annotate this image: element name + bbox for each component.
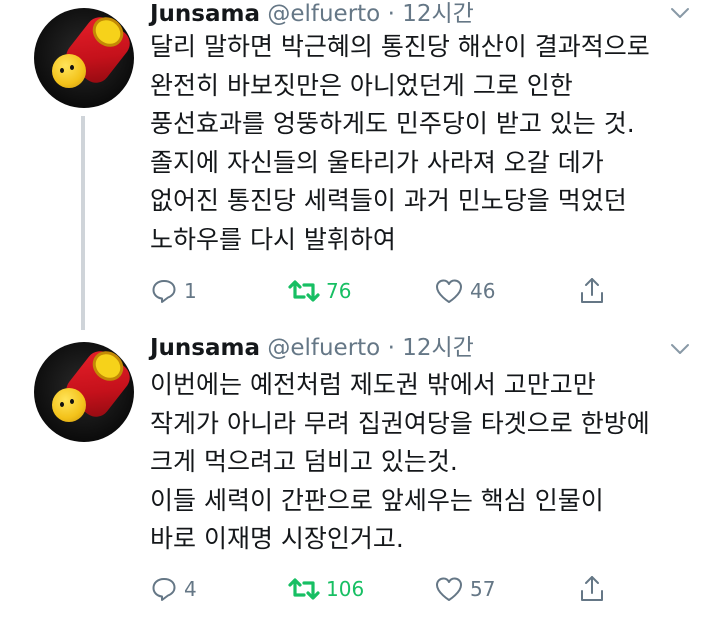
like-button[interactable]: 46 <box>434 274 495 308</box>
reply-button[interactable]: 4 <box>150 572 197 606</box>
share-icon <box>581 278 603 303</box>
like-count: 46 <box>470 279 496 303</box>
heart-icon <box>436 279 462 303</box>
retweet-icon <box>288 280 320 302</box>
like-button[interactable]: 57 <box>434 572 495 606</box>
retweet-count: 76 <box>326 279 352 303</box>
reply-icon <box>152 578 176 601</box>
like-count: 57 <box>470 577 496 601</box>
tweet-text-line: 이들 세력이 간판으로 앞세우는 핵심 인물이 <box>150 485 604 515</box>
tweet-timestamp[interactable]: 12시간 <box>402 335 474 361</box>
avatar-toy-eye <box>60 68 64 73</box>
tweet-text-line: 작게가 아니라 무려 집권여당을 타겟으로 한방에 <box>150 408 650 438</box>
tweet-header: Junsama @elfuerto · 12시간 <box>150 0 474 28</box>
user-handle[interactable]: @elfuerto <box>267 335 380 361</box>
display-name[interactable]: Junsama <box>150 335 260 361</box>
reply-icon <box>152 280 176 303</box>
avatar-toy-eye <box>60 402 64 407</box>
tweet-text-line: 완전히 바보짓만은 아니었던게 그로 인한 <box>150 70 573 100</box>
avatar-toy-eye <box>70 65 74 70</box>
tweet-text-line: 졸지에 자신들의 울타리가 사라져 오갈 데가 <box>150 147 604 177</box>
tweet-text: 달리 말하면 박근혜의 통진당 해산이 결과적으로 완전히 바보짓만은 아니었던… <box>150 28 710 259</box>
avatar[interactable] <box>34 8 134 108</box>
retweet-button[interactable]: 106 <box>288 572 364 606</box>
chevron-down-icon[interactable] <box>670 6 690 20</box>
tweet-actions: 1 76 46 <box>150 274 690 308</box>
tweet-text-line: 바로 이재명 시장인거고. <box>150 524 404 553</box>
tweet-text-line: 없어진 통진당 세력들이 과거 민노당을 먹었던 <box>150 186 627 215</box>
tweet[interactable]: Junsama @elfuerto · 12시간 달리 말하면 박근혜의 통진당… <box>0 0 720 330</box>
header-separator: · <box>387 1 395 27</box>
retweet-icon <box>288 578 320 600</box>
avatar-toy-eye <box>70 399 74 404</box>
display-name[interactable]: Junsama <box>150 1 260 27</box>
tweet-text-line: 달리 말하면 박근혜의 통진당 해산이 결과적으로 <box>150 32 650 61</box>
reply-button[interactable]: 1 <box>150 274 197 308</box>
thread-connector-line <box>81 116 85 330</box>
retweet-count: 106 <box>326 577 365 601</box>
avatar[interactable] <box>34 342 134 442</box>
tweet-actions: 4 106 57 <box>150 572 690 606</box>
reply-count: 4 <box>184 577 197 601</box>
header-separator: · <box>387 335 395 361</box>
reply-count: 1 <box>184 279 197 303</box>
tweet-text-line: 풍선효과를 엉뚱하게도 민주당이 받고 있는 것. <box>150 109 635 138</box>
tweet-text: 이번에는 예전처럼 제도권 밖에서 고만고만 작게가 아니라 무려 집권여당을 … <box>150 366 710 559</box>
tweet-text-line: 이번에는 예전처럼 제도권 밖에서 고만고만 <box>150 370 596 399</box>
tweet-timestamp[interactable]: 12시간 <box>402 1 474 27</box>
user-handle[interactable]: @elfuerto <box>267 1 380 27</box>
tweet-header: Junsama @elfuerto · 12시간 <box>150 334 474 362</box>
chevron-down-icon[interactable] <box>670 342 690 356</box>
avatar-toy-head <box>52 388 86 422</box>
tweet-text-line: 크게 먹으려고 덤비고 있는것. <box>150 447 458 476</box>
tweet[interactable]: Junsama @elfuerto · 12시간 이번에는 예전처럼 제도권 밖… <box>0 330 720 624</box>
heart-icon <box>436 577 462 601</box>
share-icon <box>581 576 603 601</box>
retweet-button[interactable]: 76 <box>288 274 351 308</box>
avatar-toy-head <box>52 54 86 88</box>
tweet-text-line: 노하우를 다시 발휘하여 <box>150 224 396 254</box>
share-button[interactable] <box>578 572 606 606</box>
share-button[interactable] <box>578 274 606 308</box>
